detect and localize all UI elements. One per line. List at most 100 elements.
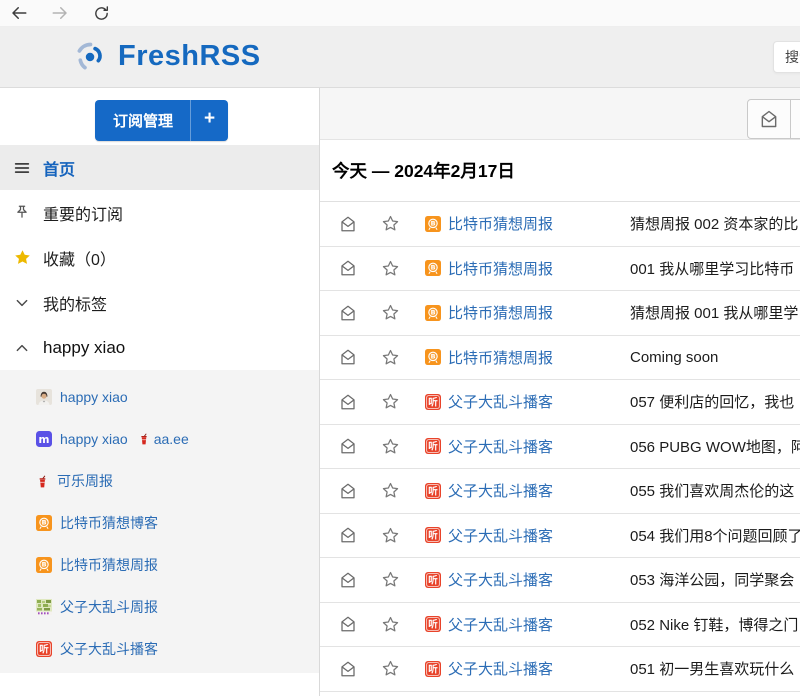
mark-all-read-button[interactable]: [747, 99, 791, 139]
sidebar-feed-happy-xiao[interactable]: happy xiao: [0, 376, 319, 418]
entry-row[interactable]: 比特币猜想周报 猜想周报 002 资本家的比: [320, 202, 800, 247]
entry-feed[interactable]: 比特币猜想周报: [425, 258, 630, 279]
podcast-ting-icon: [425, 616, 441, 632]
entry-feed[interactable]: 父子大乱斗播客: [425, 436, 630, 457]
entry-title[interactable]: 猜想周报 002 资本家的比: [630, 213, 800, 234]
sidebar-feed-bitcoin-blog[interactable]: 比特币猜想博客: [0, 502, 319, 544]
sidebar-feed-cola-weekly[interactable]: 可乐周报: [0, 460, 319, 502]
favorite-icon[interactable]: [381, 437, 400, 456]
podcast-ting-icon: [425, 438, 441, 454]
favorite-icon[interactable]: [381, 259, 400, 278]
bitcoin-icon: [36, 557, 52, 573]
entry-feed[interactable]: 比特币猜想周报: [425, 347, 630, 368]
favorite-icon[interactable]: [381, 526, 400, 545]
favorite-icon[interactable]: [381, 615, 400, 634]
entry-feed[interactable]: 父子大乱斗播客: [425, 658, 630, 679]
add-subscription-button[interactable]: +: [191, 100, 228, 141]
entry-title[interactable]: 猜想周报 001 我从哪里学: [630, 302, 800, 323]
sidebar-feed-bitcoin-weekly[interactable]: 比特币猜想周报: [0, 544, 319, 586]
entry-title[interactable]: 056 PUBG WOW地图，阿: [630, 436, 800, 457]
sidebar-item-important[interactable]: 重要的订阅: [0, 190, 319, 235]
entry-row[interactable]: 父子大乱斗播客 051 初一男生喜欢玩什么: [320, 647, 800, 692]
sidebar-category-happy-xiao[interactable]: happy xiao: [0, 325, 319, 370]
entry-feed[interactable]: 父子大乱斗播客: [425, 525, 630, 546]
search-input[interactable]: [773, 41, 800, 73]
sidebar-item-favorites[interactable]: 收藏（0）: [0, 235, 319, 280]
entry-row[interactable]: 父子大乱斗播客 053 海洋公园，同学聚会: [320, 558, 800, 603]
entry-feed[interactable]: 父子大乱斗播客: [425, 480, 630, 501]
mark-read-icon[interactable]: [339, 437, 357, 455]
podcast-ting-icon: [425, 394, 441, 410]
sidebar-item-my-tags[interactable]: 我的标签: [0, 280, 319, 325]
manage-subscriptions-button[interactable]: 订阅管理: [95, 100, 191, 141]
mark-read-icon[interactable]: [339, 660, 357, 678]
app-title: FreshRSS: [118, 40, 261, 73]
entry-feed-name: 比特币猜想周报: [448, 347, 553, 368]
forward-arrow-icon[interactable]: [51, 4, 69, 22]
hamburger-icon: [12, 159, 32, 177]
entry-row[interactable]: 比特币猜想周报 Coming soon: [320, 336, 800, 381]
entry-feed[interactable]: 父子大乱斗播客: [425, 614, 630, 635]
favorite-icon[interactable]: [381, 214, 400, 233]
pixel-art-icon: [36, 599, 52, 615]
app-logo[interactable]: FreshRSS: [72, 38, 261, 75]
feed-label-suffix: aa.ee: [154, 431, 189, 447]
sidebar-item-home[interactable]: 首页: [0, 145, 319, 190]
entry-title[interactable]: 057 便利店的回忆，我也: [630, 391, 800, 412]
favorite-icon[interactable]: [381, 303, 400, 322]
favorite-icon[interactable]: [381, 570, 400, 589]
bitcoin-icon: [425, 305, 441, 321]
entry-feed[interactable]: 父子大乱斗播客: [425, 569, 630, 590]
mark-read-icon[interactable]: [339, 259, 357, 277]
entry-title[interactable]: 051 初一男生喜欢玩什么: [630, 658, 800, 679]
entry-feed[interactable]: 父子大乱斗播客: [425, 391, 630, 412]
sidebar-item-label: 我的标签: [43, 291, 107, 315]
favorite-icon[interactable]: [381, 659, 400, 678]
mark-read-icon[interactable]: [339, 393, 357, 411]
entry-title[interactable]: 054 我们用8个问题回顾了: [630, 525, 800, 546]
entry-row[interactable]: 父子大乱斗播客 055 我们喜欢周杰伦的这: [320, 469, 800, 514]
entry-title[interactable]: Coming soon: [630, 349, 800, 366]
entry-feed[interactable]: 比特币猜想周报: [425, 302, 630, 323]
mark-read-icon[interactable]: [339, 215, 357, 233]
feed-label: 比特币猜想博客: [60, 513, 158, 533]
mark-read-icon[interactable]: [339, 526, 357, 544]
feed-label: 父子大乱斗周报: [60, 597, 158, 617]
favorite-icon[interactable]: [381, 348, 400, 367]
entry-row[interactable]: 父子大乱斗播客 052 Nike 钉鞋，博得之门: [320, 603, 800, 648]
entry-title[interactable]: 055 我们喜欢周杰伦的这: [630, 480, 800, 501]
drink-cup-icon: [138, 432, 150, 446]
browser-toolbar: [0, 0, 800, 27]
entry-feed-name: 父子大乱斗播客: [448, 614, 553, 635]
mark-read-icon[interactable]: [339, 482, 357, 500]
mark-read-icon[interactable]: [339, 304, 357, 322]
sidebar-feed-mastodon[interactable]: happy xiao aa.ee: [0, 418, 319, 460]
entry-row[interactable]: 父子大乱斗播客 057 便利店的回忆，我也: [320, 380, 800, 425]
feed-label: 父子大乱斗播客: [60, 639, 158, 659]
podcast-ting-icon: [425, 527, 441, 543]
bitcoin-icon: [425, 216, 441, 232]
favorite-icon[interactable]: [381, 481, 400, 500]
sidebar-feed-fuzi-weekly[interactable]: 父子大乱斗周报: [0, 586, 319, 628]
entry-title[interactable]: 053 海洋公园，同学聚会: [630, 569, 800, 590]
feed-label: 比特币猜想周报: [60, 555, 158, 575]
sidebar-feed-fuzi-podcast[interactable]: 父子大乱斗播客: [0, 628, 319, 670]
entry-row[interactable]: 父子大乱斗播客 056 PUBG WOW地图，阿: [320, 425, 800, 470]
entry-title[interactable]: 052 Nike 钉鞋，博得之门: [630, 614, 800, 635]
podcast-ting-icon: [425, 572, 441, 588]
entry-feed[interactable]: 比特币猜想周报: [425, 213, 630, 234]
mark-read-icon[interactable]: [339, 571, 357, 589]
favorite-icon[interactable]: [381, 392, 400, 411]
toolbar-button-partial[interactable]: [791, 99, 800, 139]
podcast-ting-icon: [36, 641, 52, 657]
reload-icon[interactable]: [92, 4, 110, 22]
entry-row[interactable]: 比特币猜想周报 001 我从哪里学习比特币: [320, 247, 800, 292]
entry-title[interactable]: 001 我从哪里学习比特币: [630, 258, 800, 279]
mark-read-icon[interactable]: [339, 348, 357, 366]
bitcoin-icon: [425, 349, 441, 365]
entry-row[interactable]: 父子大乱斗播客 054 我们用8个问题回顾了: [320, 514, 800, 559]
entry-feed-name: 父子大乱斗播客: [448, 658, 553, 679]
back-arrow-icon[interactable]: [10, 4, 28, 22]
mark-read-icon[interactable]: [339, 615, 357, 633]
entry-row[interactable]: 比特币猜想周报 猜想周报 001 我从哪里学: [320, 291, 800, 336]
